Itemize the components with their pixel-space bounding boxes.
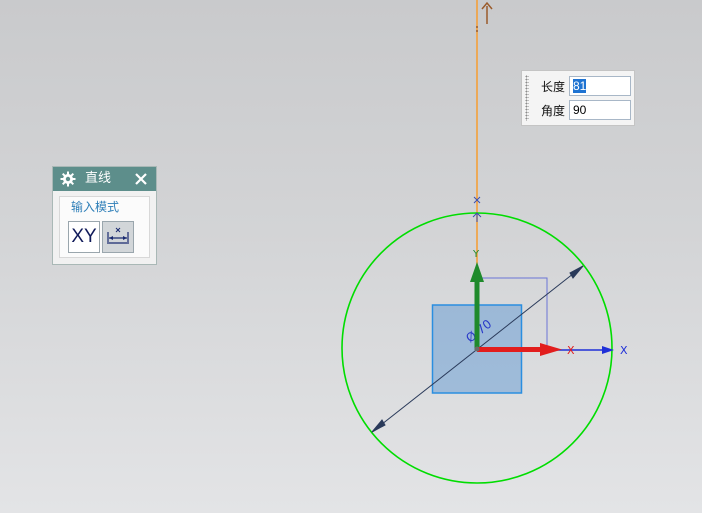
parameter-mode-button[interactable] — [102, 221, 134, 253]
close-icon[interactable] — [133, 171, 149, 187]
angle-value: 90 — [573, 103, 587, 117]
drag-grip-handle[interactable] — [525, 75, 529, 121]
wcs-x-axis-label: X — [620, 344, 628, 357]
input-mode-label: 输入模式 — [71, 200, 120, 214]
angle-input[interactable]: 90 — [569, 100, 631, 120]
dialog-title-bar[interactable]: 直线 — [53, 167, 156, 191]
length-input[interactable]: 81 — [569, 76, 631, 96]
origin-point — [474, 346, 480, 352]
parameter-mode-icon — [107, 227, 129, 244]
input-mode-group: 输入模式 XY — [59, 196, 150, 258]
length-value: 81 — [573, 79, 587, 93]
line-dialog: 直线 输入模式 XY — [52, 166, 157, 265]
dynamic-input-box: 长度 81 角度 90 — [521, 70, 635, 126]
angle-label: 角度 — [541, 104, 566, 118]
csys-y-axis-label: Y — [472, 249, 480, 260]
length-label: 长度 — [541, 80, 566, 94]
csys-x-axis-label: X — [567, 344, 575, 357]
gear-icon[interactable] — [60, 171, 76, 187]
dialog-title: 直线 — [85, 171, 112, 186]
xy-mode-button[interactable]: XY — [68, 221, 100, 253]
line-end-marker-icon — [476, 1, 493, 34]
